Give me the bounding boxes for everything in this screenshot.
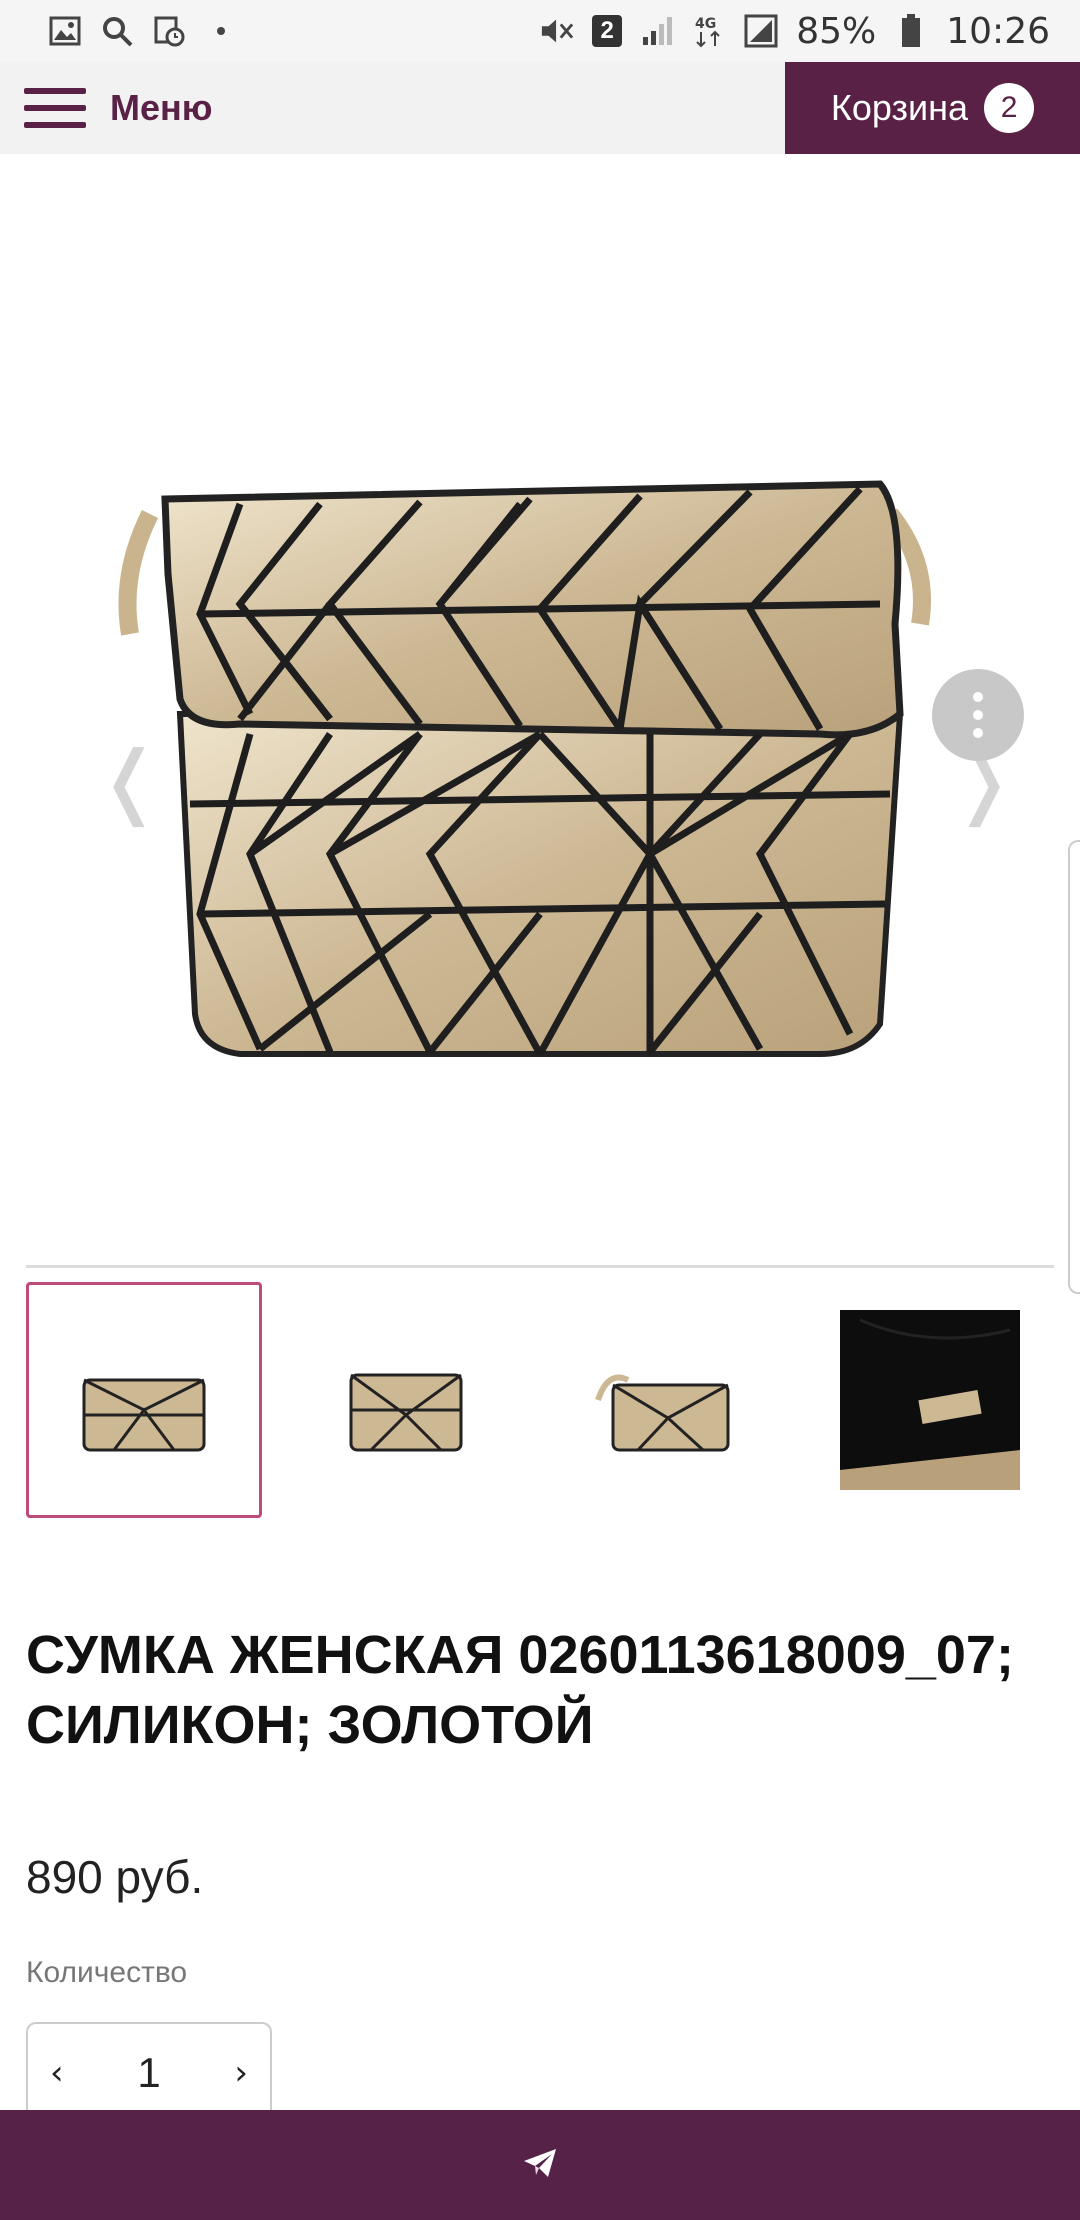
thumbnail-4-interior[interactable]: [840, 1310, 1020, 1490]
status-bar-right: 2 4G 85% 10:26: [540, 11, 1050, 52]
prev-image-arrow[interactable]: ❬: [96, 734, 163, 827]
hamburger-icon: [24, 88, 86, 128]
thumbnail-1[interactable]: [26, 1282, 262, 1518]
menu-button[interactable]: Меню: [24, 62, 213, 154]
quantity-increment-button[interactable]: ›: [234, 2053, 248, 2093]
svg-text:4G: 4G: [695, 16, 716, 32]
cart-count-badge: 2: [984, 83, 1035, 133]
menu-label: Меню: [110, 87, 213, 128]
cart-label: Корзина: [830, 87, 969, 128]
quantity-decrement-button[interactable]: ‹: [50, 2053, 64, 2093]
thumbnail-2[interactable]: [288, 1282, 524, 1518]
app-header: Меню Корзина 2: [0, 62, 1080, 154]
mute-icon: [540, 14, 574, 48]
product-title: СУМКА ЖЕНСКАЯ 0260113618009_07; СИЛИКОН;…: [26, 1625, 1014, 1755]
dot-icon: [204, 14, 238, 48]
image-icon: [48, 14, 82, 48]
network-icon: 4G: [692, 14, 726, 48]
divider: [26, 1265, 1054, 1268]
side-pull-tab[interactable]: [1068, 840, 1080, 1294]
battery-icon: [894, 14, 928, 48]
product-image-carousel[interactable]: ❬ ❭: [0, 154, 1080, 1264]
search-icon: [100, 14, 134, 48]
thumbnail-strip: [26, 1282, 1056, 1518]
telegram-send-icon[interactable]: [522, 2147, 558, 2184]
sim-badge-icon: 2: [592, 15, 623, 47]
clock: 10:26: [946, 10, 1050, 52]
signal-bars-icon: [744, 14, 778, 48]
product-image: [118, 480, 931, 1057]
quantity-value[interactable]: 1: [137, 2049, 160, 2097]
thumbnail-3[interactable]: [550, 1282, 786, 1518]
more-options-icon[interactable]: [932, 669, 1024, 761]
status-bar: 2 4G 85% 10:26: [0, 0, 1080, 62]
quantity-stepper: ‹ 1 ›: [26, 2022, 272, 2122]
signal-icon: [640, 14, 674, 48]
battery-percent: 85%: [796, 10, 877, 52]
product-price: 890 руб.: [26, 1851, 204, 1903]
schedule-icon: [152, 14, 186, 48]
bottom-action-bar[interactable]: [0, 2110, 1080, 2220]
quantity-label: Количество: [26, 1956, 188, 1989]
cart-button[interactable]: Корзина 2: [785, 62, 1080, 154]
status-bar-left: [48, 14, 238, 48]
